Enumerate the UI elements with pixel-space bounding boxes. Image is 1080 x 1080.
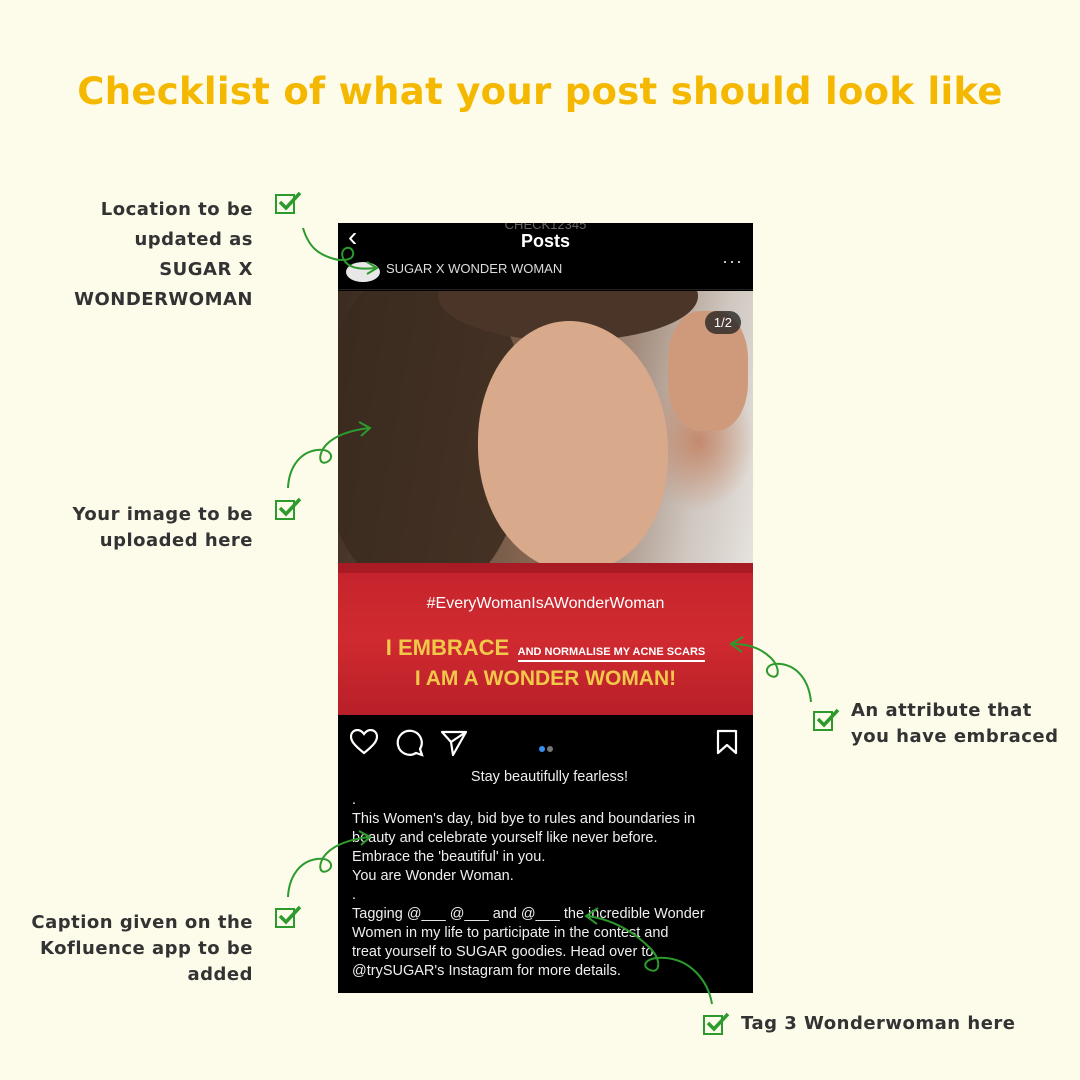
arrow-attribute-icon xyxy=(729,636,812,703)
arrow-tag-icon xyxy=(584,907,713,1005)
checkbox-image-icon xyxy=(275,497,302,520)
caption-line: This Women's day, bid bye to rules and b… xyxy=(352,811,696,827)
post-header: CHECK12345 ‹ Posts SUGAR X WONDER WOMAN … xyxy=(338,223,753,291)
caption-line: Embrace the 'beautiful' in you. xyxy=(352,849,546,865)
pager-dot xyxy=(547,746,553,752)
pager-dot-active xyxy=(539,746,545,752)
post-actions-bar xyxy=(338,715,753,771)
arrow-location-icon xyxy=(302,227,379,275)
carousel-pager xyxy=(538,739,554,757)
note-tag: Tag 3 Wonderwoman here xyxy=(741,1013,1016,1034)
caption-line: . xyxy=(352,792,357,808)
caption-line: Stay beautifully fearless! xyxy=(470,769,629,785)
banner-wonder-woman: I AM A WONDER WOMAN! xyxy=(414,667,677,690)
slide-counter-badge: 1/2 xyxy=(704,311,741,334)
banner-attribute: AND NORMALISE MY ACNE SCARS xyxy=(517,646,706,662)
arrow-caption-icon xyxy=(287,830,372,898)
more-options-icon[interactable]: ··· xyxy=(722,251,743,272)
banner-hashtag: #EveryWomanIsAWonderWoman xyxy=(426,595,665,612)
comment-icon[interactable] xyxy=(396,729,424,762)
caption-line: beauty and celebrate yourself like never… xyxy=(352,830,658,846)
page-title: Checklist of what your post should look … xyxy=(77,70,1003,113)
caption-line: You are Wonder Woman. xyxy=(352,868,514,884)
checkbox-tag-icon xyxy=(703,1012,730,1035)
banner-stripe xyxy=(338,563,753,573)
banner-embrace: I EMBRACE xyxy=(385,635,510,660)
share-icon[interactable] xyxy=(440,729,468,762)
campaign-banner: #EveryWomanIsAWonderWoman I EMBRACE AND … xyxy=(338,563,753,715)
heart-icon[interactable] xyxy=(349,728,379,760)
note-caption: Caption given on the Kofluence app to be… xyxy=(31,912,253,985)
checkbox-caption-icon xyxy=(275,905,302,928)
post-photo: 1/2 xyxy=(338,291,753,563)
banner-embrace-line: I EMBRACE AND NORMALISE MY ACNE SCARS xyxy=(338,635,753,662)
posts-title: Posts xyxy=(520,231,571,251)
bookmark-icon[interactable] xyxy=(716,729,738,760)
instagram-post-mockup: CHECK12345 ‹ Posts SUGAR X WONDER WOMAN … xyxy=(338,223,753,993)
photo-face-shape xyxy=(478,321,668,563)
checkbox-attribute-icon xyxy=(813,708,840,731)
note-attribute: An attribute that you have embraced xyxy=(851,700,1059,747)
note-image: Your image to be uploaded here xyxy=(72,504,253,551)
arrow-image-icon xyxy=(287,421,372,489)
note-location: Location to be updated as SUGAR X WONDER… xyxy=(74,199,253,310)
location-row[interactable]: SUGAR X WONDER WOMAN ··· xyxy=(338,251,753,290)
location-label[interactable]: SUGAR X WONDER WOMAN xyxy=(386,261,562,276)
checkbox-location-icon xyxy=(275,191,302,214)
